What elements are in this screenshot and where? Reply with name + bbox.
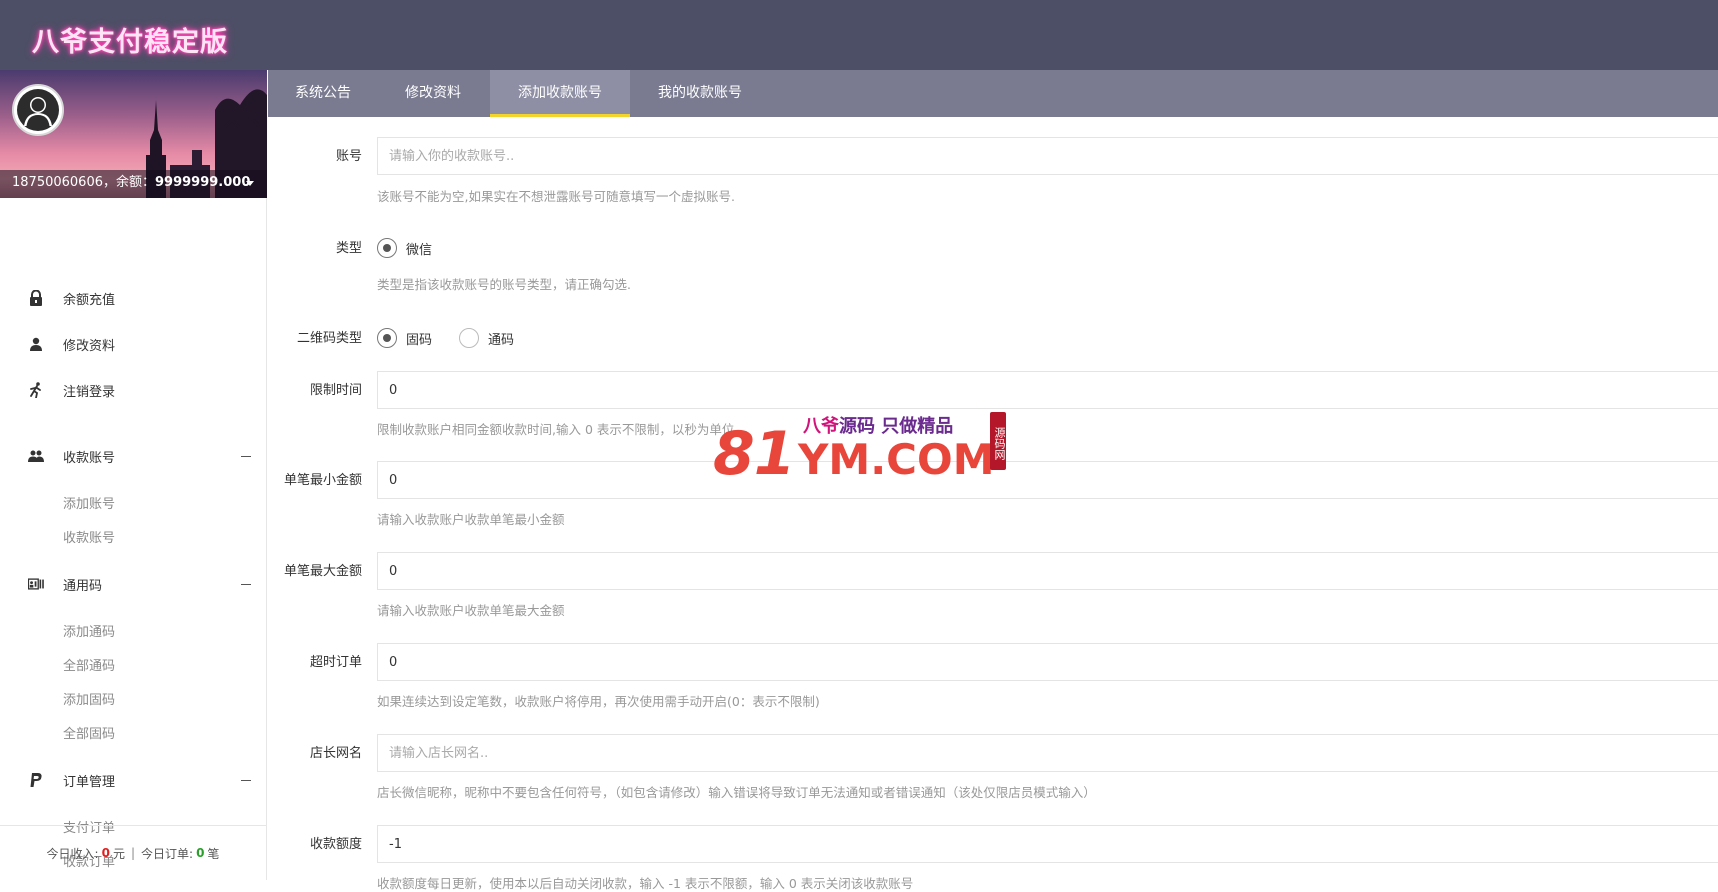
user-phone: 18750060606，余额： [12, 175, 155, 190]
max-amount-label: 单笔最大金额 [283, 564, 362, 579]
tab-add-account[interactable]: 添加收款账号 [490, 70, 630, 117]
limit-time-label: 限制时间 [309, 383, 362, 398]
tab-announcements[interactable]: 系统公告 [268, 70, 378, 117]
type-label: 类型 [335, 241, 362, 256]
radio-label: 固码 [406, 332, 433, 348]
limit-time-help: 限制收款账户相同金额收款时间,输入 0 表示不限制，以秒为单位 [377, 422, 735, 437]
quota-help: 收款额度每日更新，使用本以后自动关闭收款，输入 -1 表示不限额，输入 0 表示… [377, 876, 914, 891]
user-balance: 9999999.000 [154, 175, 251, 190]
caret-down-icon[interactable] [246, 181, 254, 186]
account-label: 账号 [335, 149, 362, 164]
sidebar-item-label: 余额充值 [63, 292, 116, 308]
user-icon [28, 336, 44, 352]
sidebar-item-edit-profile[interactable]: 修改资料 [0, 329, 266, 359]
sidebar-subitem-accounts[interactable]: 收款账号 [63, 527, 115, 546]
min-amount-label: 单笔最小金额 [283, 473, 362, 488]
sidebar-item-logout[interactable]: 注销登录 [0, 375, 266, 405]
sidebar-subitem-add-fixed[interactable]: 添加固码 [63, 689, 115, 708]
collapse-icon[interactable] [241, 455, 251, 457]
add-account-form: 账号 该账号不能为空,如果实在不想泄露账号可随意填写一个虚拟账号. 类型 微信 … [268, 117, 1718, 891]
sidebar-item-label: 修改资料 [63, 338, 116, 354]
orders-unit: 笔 [207, 846, 220, 861]
sidebar-group-accounts[interactable]: 收款账号 [0, 441, 266, 471]
profile-banner: 18750060606，余额：9999999.000 [0, 70, 267, 198]
id-card-icon [28, 576, 44, 592]
user-balance-line[interactable]: 18750060606，余额：9999999.000 [12, 171, 250, 190]
sidebar-subitem-add-account[interactable]: 添加账号 [63, 493, 115, 512]
app-logo[interactable]: 八爷支付稳定版 [32, 20, 228, 59]
radio-label: 通码 [488, 332, 515, 348]
shop-name-input[interactable] [377, 734, 1718, 772]
income-label: 今日收入: [46, 846, 99, 861]
sidebar-group-universal-code[interactable]: 通用码 [0, 569, 266, 599]
quota-input[interactable] [377, 825, 1718, 863]
radio-label: 微信 [406, 242, 433, 258]
radio-checked-icon[interactable] [377, 238, 397, 258]
tab-bar: 系统公告 修改资料 添加收款账号 我的收款账号 [268, 70, 1718, 117]
sidebar-subitem-add-universal[interactable]: 添加通码 [63, 621, 115, 640]
type-help: 类型是指该收款账号的账号类型，请正确勾选. [377, 277, 631, 292]
qr-type-radio-universal[interactable]: 通码 [459, 328, 514, 348]
top-bar: 八爷支付稳定版 [0, 0, 1718, 70]
stats-separator: | [130, 846, 136, 860]
radio-unchecked-icon[interactable] [459, 328, 479, 348]
qr-type-label: 二维码类型 [296, 331, 362, 346]
sidebar-subitem-all-fixed[interactable]: 全部固码 [63, 723, 115, 742]
max-amount-help: 请输入收款账户收款单笔最大金额 [377, 603, 565, 618]
tab-edit-profile[interactable]: 修改资料 [378, 70, 488, 117]
sidebar-group-label: 订单管理 [63, 774, 116, 790]
sidebar-subitem-all-universal[interactable]: 全部通码 [63, 655, 115, 674]
timeout-orders-label: 超时订单 [309, 655, 362, 670]
min-amount-input[interactable] [377, 461, 1718, 499]
timeout-orders-input[interactable] [377, 643, 1718, 681]
paypal-icon [28, 772, 44, 788]
shop-name-label: 店长网名 [309, 746, 362, 761]
timeout-orders-help: 如果连续达到设定笔数，收款账户将停用，再次使用需手动开启(0：表示不限制) [377, 694, 820, 709]
account-input[interactable] [377, 137, 1718, 175]
collapse-icon[interactable] [241, 583, 251, 585]
orders-value: 0 [196, 846, 205, 860]
income-unit: 元 [112, 846, 125, 861]
limit-time-input[interactable] [377, 371, 1718, 409]
avatar[interactable] [12, 84, 64, 136]
sidebar-item-recharge[interactable]: 余额充值 [0, 283, 266, 313]
radio-checked-icon[interactable] [377, 328, 397, 348]
sidebar-footer-stats: 今日收入: 0 元 | 今日订单: 0 笔 [0, 825, 266, 880]
lock-icon [28, 290, 44, 306]
shop-name-help: 店长微信昵称，昵称中不要包含任何符号，（如包含请修改）输入错误将导致订单无法通知… [377, 785, 1096, 800]
sidebar-group-label: 收款账号 [63, 450, 116, 466]
orders-label: 今日订单: [141, 846, 194, 861]
collapse-icon[interactable] [241, 779, 251, 781]
min-amount-help: 请输入收款账户收款单笔最小金额 [377, 512, 565, 527]
users-icon [28, 448, 44, 464]
runner-icon [28, 382, 44, 398]
sidebar-group-orders[interactable]: 订单管理 [0, 765, 266, 795]
tab-my-accounts[interactable]: 我的收款账号 [630, 70, 770, 117]
sidebar-group-label: 通用码 [63, 578, 103, 594]
max-amount-input[interactable] [377, 552, 1718, 590]
quota-label: 收款额度 [309, 837, 362, 852]
account-help: 该账号不能为空,如果实在不想泄露账号可随意填写一个虚拟账号. [377, 189, 735, 204]
sidebar-item-label: 注销登录 [63, 384, 116, 400]
type-radio-wechat[interactable]: 微信 [377, 238, 432, 258]
sidebar: 18750060606，余额：9999999.000 余额充值 修改资料 注销登… [0, 70, 267, 880]
income-value: 0 [101, 846, 110, 860]
qr-type-radio-fixed[interactable]: 固码 [377, 328, 432, 348]
